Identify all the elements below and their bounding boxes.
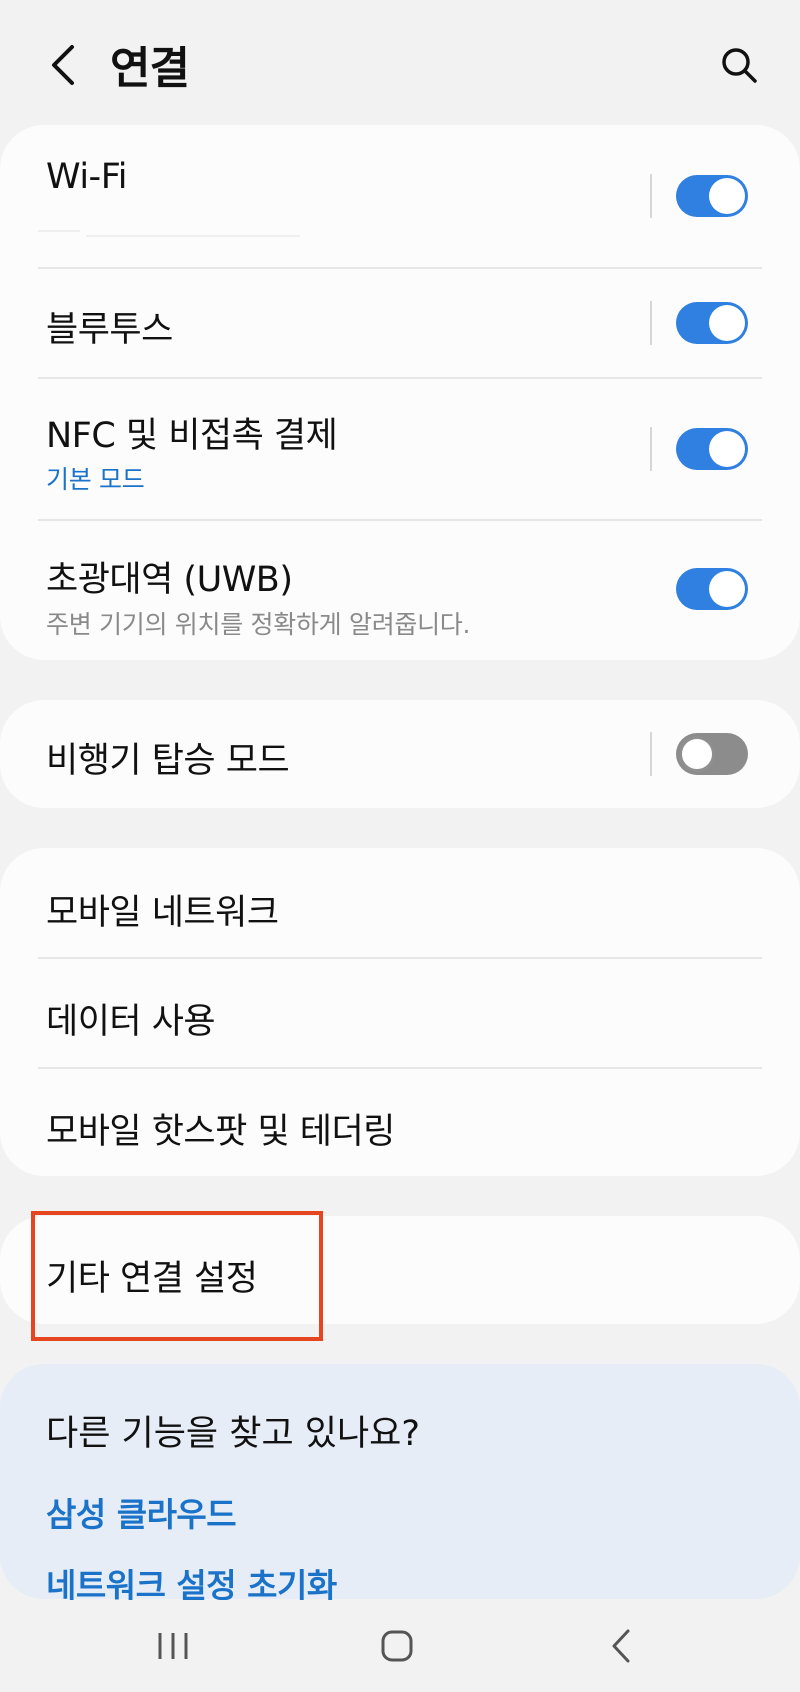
home-icon[interactable] — [337, 1600, 457, 1692]
vertical-separator — [650, 427, 652, 471]
toggle-knob — [709, 431, 745, 467]
data-usage-row[interactable]: 데이터 사용 — [0, 959, 800, 1065]
wifi-network-redacted — [38, 230, 80, 232]
airplane-label: 비행기 탑승 모드 — [46, 741, 290, 781]
nfc-row[interactable]: NFC 및 비접촉 결제 기본 모드 — [0, 379, 800, 519]
wifi-network-redacted — [86, 235, 300, 237]
recents-icon[interactable] — [113, 1600, 233, 1692]
mobile-network-label: 모바일 네트워크 — [46, 893, 279, 933]
toggle-knob — [709, 305, 745, 341]
bluetooth-toggle[interactable] — [676, 302, 748, 344]
uwb-description: 주변 기기의 위치를 정확하게 알려줍니다. — [46, 610, 471, 639]
search-icon[interactable] — [712, 38, 766, 92]
hotspot-label: 모바일 핫스팟 및 테더링 — [46, 1112, 395, 1152]
vertical-separator — [650, 174, 652, 218]
highlight-box — [31, 1211, 323, 1341]
nfc-mode-label: 기본 모드 — [46, 465, 145, 494]
uwb-row[interactable]: 초광대역 (UWB) 주변 기기의 위치를 정확하게 알려줍니다. — [0, 521, 800, 660]
wifi-label: Wi-Fi — [46, 157, 128, 197]
uwb-toggle[interactable] — [676, 568, 748, 610]
uwb-label: 초광대역 (UWB) — [46, 560, 293, 600]
bluetooth-label: 블루투스 — [46, 310, 173, 350]
data-usage-label: 데이터 사용 — [46, 1002, 216, 1042]
suggestions-title: 다른 기능을 찾고 있나요? — [46, 1414, 420, 1454]
app-bar: 연결 — [0, 0, 800, 125]
mobile-network-row[interactable]: 모바일 네트워크 — [0, 848, 800, 956]
toggle-knob — [709, 178, 745, 214]
connections-card: Wi-Fi 블루투스 NFC 및 비접촉 결제 기본 모드 초광대역 (UWB)… — [0, 125, 800, 660]
bluetooth-row[interactable]: 블루투스 — [0, 269, 800, 377]
hotspot-row[interactable]: 모바일 핫스팟 및 테더링 — [0, 1069, 800, 1176]
toggle-knob — [709, 571, 745, 607]
airplane-row[interactable]: 비행기 탑승 모드 — [0, 700, 800, 808]
vertical-separator — [650, 732, 652, 776]
airplane-card: 비행기 탑승 모드 — [0, 700, 800, 808]
nfc-toggle[interactable] — [676, 428, 748, 470]
back-nav-icon[interactable] — [561, 1600, 681, 1692]
back-arrow-icon[interactable] — [38, 36, 88, 94]
vertical-separator — [650, 301, 652, 345]
airplane-toggle[interactable] — [676, 733, 748, 775]
page-title: 연결 — [110, 43, 190, 94]
mobile-card: 모바일 네트워크 데이터 사용 모바일 핫스팟 및 테더링 — [0, 848, 800, 1176]
connections-settings-screen: 연결 Wi-Fi 블루투스 NFC 및 비접촉 결제 기본 모드 초광대역 (U… — [0, 0, 800, 1692]
toggle-knob — [679, 736, 715, 772]
wifi-toggle[interactable] — [676, 175, 748, 217]
samsung-cloud-link[interactable]: 삼성 클라우드 — [46, 1488, 237, 1536]
nfc-label: NFC 및 비접촉 결제 — [46, 416, 338, 456]
wifi-row[interactable]: Wi-Fi — [0, 125, 800, 267]
navigation-bar — [0, 1600, 800, 1692]
